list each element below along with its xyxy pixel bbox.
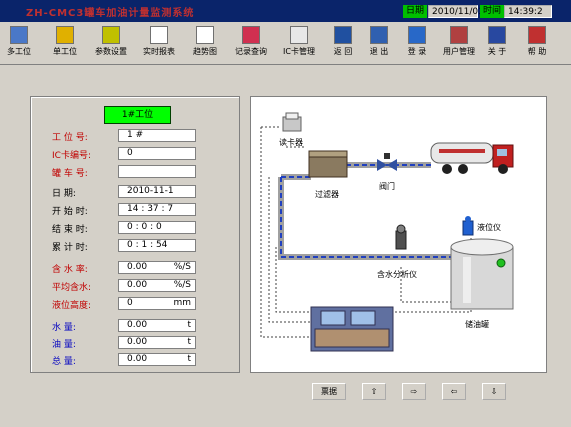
field-value: 0.00 bbox=[127, 354, 148, 364]
field-label: 结 束 时: bbox=[52, 225, 88, 235]
field-unit: %/S bbox=[173, 280, 191, 290]
field-unit: t bbox=[187, 354, 191, 364]
up-arrow-icon: ⇧ bbox=[370, 387, 378, 396]
field-value-box: 0 : 0 : 0 bbox=[118, 221, 196, 234]
toolbar: 多工位 单工位 参数设置 实时报表 趋势图 记录查询 IC卡管理 返 回 退 出… bbox=[0, 22, 571, 65]
toolbar-help-button[interactable]: 帮 助 bbox=[510, 25, 564, 61]
wiring-line bbox=[275, 237, 472, 313]
report-icon bbox=[150, 26, 168, 44]
right-arrow-icon: ⇨ bbox=[410, 387, 418, 396]
field-value-box: 0.00 t bbox=[118, 336, 196, 349]
field-label: 含 水 率: bbox=[52, 265, 88, 275]
pipe-flow bbox=[280, 176, 451, 258]
field-value: 0 : 1 : 54 bbox=[127, 240, 168, 250]
user-management-icon bbox=[450, 26, 468, 44]
control-console-icon bbox=[310, 306, 394, 352]
field-label: IC卡编号: bbox=[52, 151, 91, 161]
field-value-box bbox=[118, 165, 196, 178]
water-analyzer-label: 含水分析仪 bbox=[377, 269, 417, 279]
left-arrow-icon: ⇦ bbox=[450, 387, 458, 396]
field-value-box: 0 bbox=[118, 147, 196, 160]
filter-icon bbox=[308, 150, 348, 178]
field-value-box: 0.00 t bbox=[118, 319, 196, 332]
first-page-button[interactable]: ⇧ bbox=[362, 383, 386, 400]
back-icon bbox=[334, 26, 352, 44]
field-unit: t bbox=[187, 320, 191, 330]
field-value: 0 bbox=[127, 148, 133, 158]
record-query-icon bbox=[242, 26, 260, 44]
field-label: 液位高度: bbox=[52, 301, 92, 311]
storage-tank-icon bbox=[450, 238, 514, 310]
field-value-box: 0 mm bbox=[118, 297, 196, 310]
toolbar-record-query-button[interactable]: 记录查询 bbox=[224, 25, 278, 61]
title-bar: ZH-CMC3罐车加油计量监测系统 日期 2010/11/01 时间 14:39… bbox=[0, 0, 571, 22]
tanker-truck-icon bbox=[430, 142, 514, 174]
next-page-button[interactable]: ⇨ bbox=[402, 383, 426, 400]
station-badge: 1#工位 bbox=[104, 106, 171, 124]
previous-page-button[interactable]: ⇦ bbox=[442, 383, 466, 400]
multi-station-icon bbox=[10, 26, 28, 44]
field-value: 0 : 0 : 0 bbox=[127, 222, 162, 232]
field-value: 0 bbox=[127, 298, 133, 308]
level-gauge-label: 液位仪 bbox=[477, 222, 501, 232]
field-value: 14 : 37 : 7 bbox=[127, 204, 174, 214]
filter-label: 过滤器 bbox=[315, 189, 339, 199]
field-value-box: 0.00 t bbox=[118, 353, 196, 366]
single-station-icon bbox=[56, 26, 74, 44]
field-unit: %/S bbox=[173, 262, 191, 272]
field-value: 0.00 bbox=[127, 320, 148, 330]
toolbar-label: 参数设置 bbox=[95, 47, 127, 56]
process-diagram-svg: 读卡器 过滤器 阀门 液位仪 含水分析仪 储油罐 bbox=[260, 112, 514, 352]
app-title: ZH-CMC3罐车加油计量监测系统 bbox=[26, 8, 195, 19]
field-unit: t bbox=[187, 337, 191, 347]
field-label: 开 始 时: bbox=[52, 207, 88, 217]
toolbar-settings-button[interactable]: 参数设置 bbox=[84, 25, 138, 61]
toolbar-label: 记录查询 bbox=[235, 47, 267, 56]
card-reader-label: 读卡器 bbox=[279, 137, 303, 147]
storage-tank-label: 储油罐 bbox=[465, 319, 489, 329]
field-value: 0.00 bbox=[127, 337, 148, 347]
field-label: 总 量: bbox=[52, 357, 76, 367]
field-label: 油 量: bbox=[52, 340, 76, 350]
help-icon bbox=[528, 26, 546, 44]
process-diagram: 读卡器 过滤器 阀门 液位仪 含水分析仪 储油罐 bbox=[250, 96, 547, 373]
field-value-box: 0 : 1 : 54 bbox=[118, 239, 196, 252]
settings-icon bbox=[102, 26, 120, 44]
field-label: 水 量: bbox=[52, 323, 76, 333]
time-value: 14:39:2 bbox=[504, 5, 552, 18]
field-label: 工 位 号: bbox=[52, 133, 88, 143]
pipe bbox=[278, 177, 451, 260]
field-value-box: 14 : 37 : 7 bbox=[118, 203, 196, 216]
field-value-box: 1 # bbox=[118, 129, 196, 142]
time-label: 时间 bbox=[480, 5, 505, 18]
date-label: 日期 bbox=[403, 5, 428, 18]
trend-chart-icon bbox=[196, 26, 214, 44]
field-label: 日 期: bbox=[52, 189, 76, 199]
field-label: 平均含水: bbox=[52, 283, 92, 293]
field-unit: mm bbox=[173, 298, 191, 308]
field-value: 2010-11-1 bbox=[127, 186, 174, 196]
about-icon bbox=[488, 26, 506, 44]
field-label: 罐 车 号: bbox=[52, 169, 88, 179]
field-value-box: 2010-11-1 bbox=[118, 185, 196, 198]
toolbar-label: 帮 助 bbox=[527, 47, 547, 56]
date-value: 2010/11/01 bbox=[428, 5, 484, 18]
card-reader-icon bbox=[282, 112, 302, 132]
field-value: 0.00 bbox=[127, 280, 148, 290]
level-gauge-icon bbox=[462, 216, 474, 236]
field-value-box: 0.00 %/S bbox=[118, 261, 196, 274]
field-value: 0.00 bbox=[127, 262, 148, 272]
last-page-button[interactable]: ⇩ bbox=[482, 383, 506, 400]
down-arrow-icon: ⇩ bbox=[490, 387, 498, 396]
exit-icon bbox=[370, 26, 388, 44]
water-analyzer-icon bbox=[395, 224, 407, 250]
login-icon bbox=[408, 26, 426, 44]
receipt-button[interactable]: 票据 bbox=[312, 383, 346, 400]
field-label: 累 计 时: bbox=[52, 243, 88, 253]
valve-label: 阀门 bbox=[379, 181, 395, 191]
ic-card-icon bbox=[290, 26, 308, 44]
field-value-box: 0.00 %/S bbox=[118, 279, 196, 292]
wiring-line bbox=[268, 177, 311, 323]
field-value: 1 # bbox=[127, 130, 144, 140]
